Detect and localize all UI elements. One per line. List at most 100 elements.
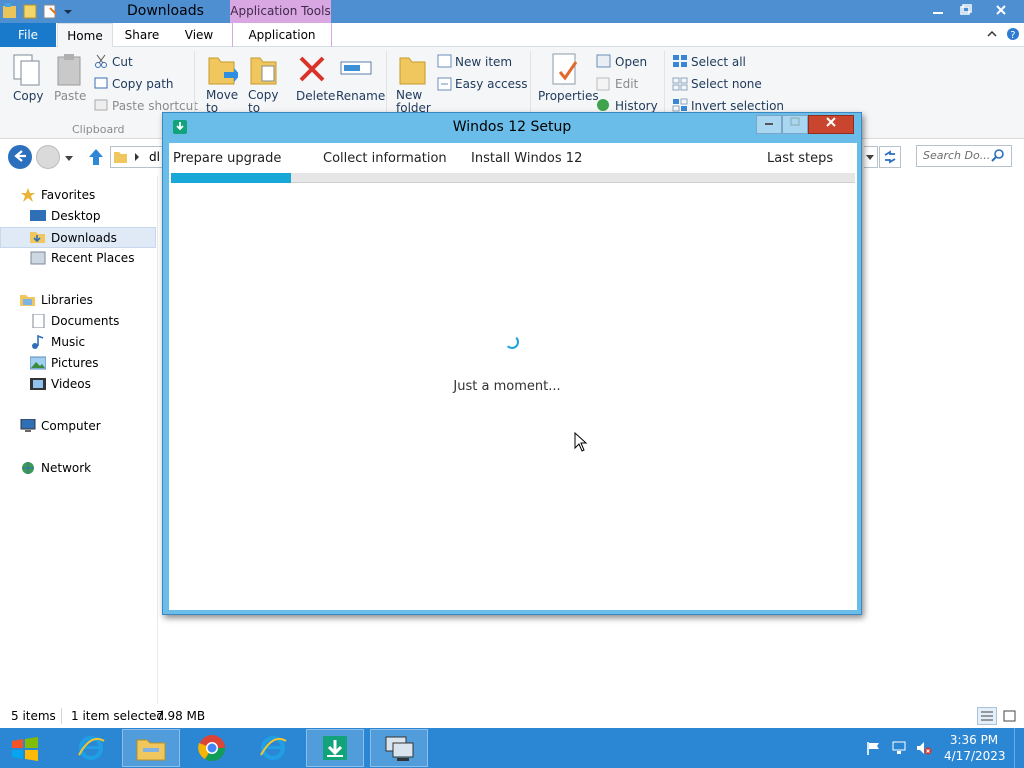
nav-computer[interactable]: Computer: [0, 416, 156, 437]
taskbar-internet-explorer-2[interactable]: [244, 729, 302, 767]
forward-button[interactable]: [36, 145, 60, 169]
nav-pictures[interactable]: Pictures: [0, 353, 156, 374]
large-icons-view-button[interactable]: [1000, 707, 1020, 725]
step-prepare-upgrade: Prepare upgrade: [173, 151, 282, 166]
new-item-button[interactable]: New item: [455, 55, 512, 69]
properties-button[interactable]: Properties: [538, 89, 599, 103]
large-icons-view-icon: [1003, 710, 1016, 722]
network-tray-icon[interactable]: [891, 741, 907, 755]
ribbon-tabs: File Home Share View Application ?: [0, 23, 1024, 48]
restore-button[interactable]: [952, 0, 980, 20]
nav-documents[interactable]: Documents: [0, 311, 156, 332]
back-button[interactable]: [8, 145, 32, 169]
copy-button[interactable]: Copy: [13, 89, 43, 103]
nav-recent-places[interactable]: Recent Places: [0, 248, 156, 269]
videos-icon: [30, 378, 46, 390]
computer-icon: [20, 419, 36, 432]
copy-path-button[interactable]: Copy path: [112, 77, 174, 91]
nav-network[interactable]: Network: [0, 458, 156, 479]
clock-date: 4/17/2023: [944, 749, 1006, 763]
action-center-flag-icon[interactable]: [866, 741, 882, 755]
edit-icon: [596, 77, 612, 94]
properties-qat-icon[interactable]: [22, 2, 38, 20]
taskbar-chrome[interactable]: [183, 729, 241, 767]
setup-step-bar: Prepare upgrade Collect information Inst…: [169, 143, 857, 173]
properties-icon: [550, 52, 580, 91]
taskbar-setup[interactable]: [306, 729, 364, 767]
nav-downloads[interactable]: Downloads: [0, 227, 156, 248]
tab-view[interactable]: View: [172, 23, 226, 47]
step-last-steps: Last steps: [767, 151, 834, 166]
contextual-tab-group-label: Application Tools: [230, 0, 331, 23]
search-icon[interactable]: [991, 149, 1005, 166]
details-view-button[interactable]: [977, 707, 997, 725]
paste-shortcut-button[interactable]: Paste shortcut: [112, 99, 198, 113]
delete-button[interactable]: Delete: [296, 89, 335, 103]
minimize-ribbon-icon[interactable]: [986, 28, 998, 43]
nav-libraries[interactable]: Libraries: [0, 290, 156, 311]
downloads-folder-icon: [114, 152, 127, 163]
file-explorer-icon: [136, 739, 166, 761]
explorer-titlebar: Downloads Application Tools: [0, 0, 1024, 23]
nav-desktop[interactable]: Desktop: [0, 206, 156, 227]
setup-dialog-body: Prepare upgrade Collect information Inst…: [169, 143, 857, 610]
help-icon[interactable]: ?: [1006, 27, 1020, 44]
qat-dropdown-icon[interactable]: [62, 2, 78, 20]
taskbar-internet-explorer[interactable]: [62, 729, 120, 767]
volume-muted-icon[interactable]: [916, 741, 932, 755]
paste-button[interactable]: Paste: [54, 89, 86, 103]
history-button[interactable]: History: [615, 99, 658, 113]
invert-selection-button[interactable]: Invert selection: [691, 99, 784, 113]
refresh-button[interactable]: [879, 146, 901, 168]
new-folder-icon: [398, 52, 428, 91]
setup-close-button[interactable]: [808, 115, 854, 134]
taskbar-remote-desktop[interactable]: [370, 729, 428, 767]
start-button[interactable]: [10, 737, 40, 764]
recent-locations-dropdown-icon[interactable]: [64, 152, 74, 166]
copy-path-icon: [94, 77, 108, 92]
details-view-icon: [981, 711, 993, 721]
easy-access-button[interactable]: Easy access: [455, 77, 528, 91]
address-dropdown-icon[interactable]: [864, 146, 878, 168]
setup-maximize-button[interactable]: [782, 115, 808, 134]
music-icon: [32, 335, 44, 349]
tab-home[interactable]: Home: [57, 23, 113, 48]
new-folder-qat-icon[interactable]: [42, 2, 58, 20]
select-none-button[interactable]: Select none: [691, 77, 762, 91]
paste-icon: [55, 53, 85, 90]
rename-icon: [340, 56, 372, 83]
setup-status-message: Just a moment...: [453, 379, 561, 394]
cut-button[interactable]: Cut: [112, 55, 133, 69]
easy-access-icon: [437, 77, 453, 94]
show-desktop-button[interactable]: [1014, 728, 1024, 768]
address-bar[interactable]: dl: [110, 146, 166, 168]
close-button[interactable]: [984, 0, 1018, 20]
star-icon: [21, 188, 35, 202]
tab-application[interactable]: Application: [232, 23, 332, 47]
cut-icon: [94, 54, 108, 71]
mouse-pointer-icon: [574, 431, 588, 452]
explorer-app-icon[interactable]: [2, 2, 18, 20]
clock[interactable]: 3:36 PM 4/17/2023: [944, 732, 1006, 764]
select-all-button[interactable]: Select all: [691, 55, 746, 69]
nav-videos[interactable]: Videos: [0, 374, 156, 395]
minimize-button[interactable]: [924, 0, 952, 20]
internet-explorer-icon: [78, 736, 105, 760]
selection-count: 1 item selected: [71, 709, 165, 723]
nav-favorites[interactable]: Favorites: [0, 185, 156, 206]
pictures-icon: [30, 356, 46, 370]
tab-file[interactable]: File: [0, 23, 56, 47]
open-button[interactable]: Open: [615, 55, 647, 69]
nav-music[interactable]: Music: [0, 332, 156, 353]
downloads-icon: [30, 232, 45, 243]
chrome-icon: [198, 735, 226, 762]
loading-spinner-icon: [505, 335, 519, 349]
up-arrow-icon[interactable]: [88, 148, 104, 169]
taskbar-file-explorer[interactable]: [122, 729, 180, 767]
rename-button[interactable]: Rename: [336, 89, 385, 103]
navigation-pane: Favorites Desktop Downloads Recent Place…: [0, 176, 158, 704]
tab-share[interactable]: Share: [115, 23, 169, 47]
step-collect-information: Collect information: [323, 151, 447, 166]
setup-minimize-button[interactable]: [756, 115, 782, 134]
edit-button[interactable]: Edit: [615, 77, 638, 91]
